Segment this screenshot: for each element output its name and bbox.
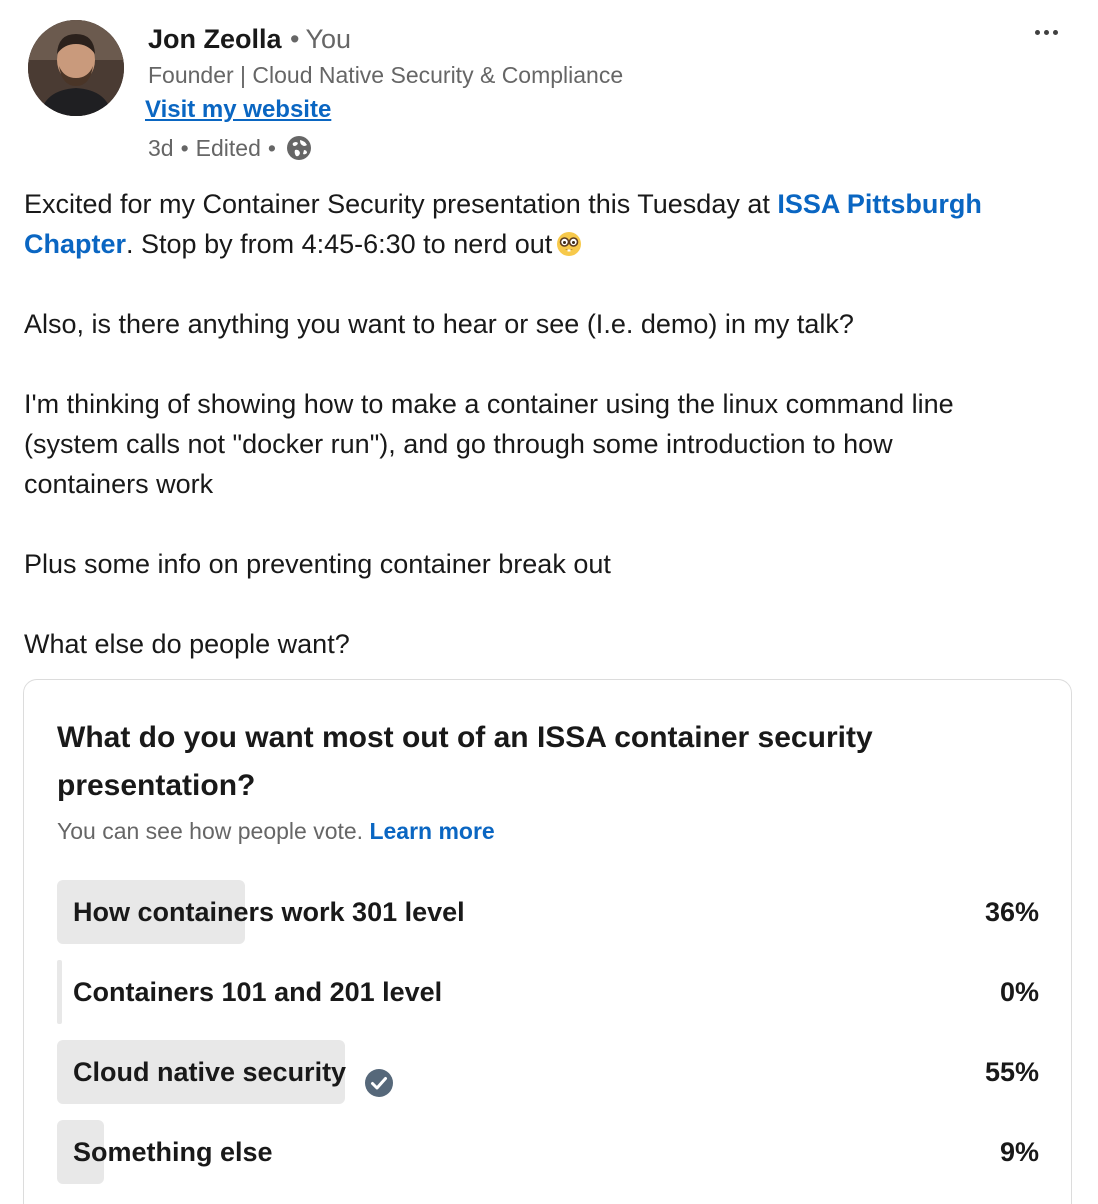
- edited-label: Edited: [195, 134, 261, 161]
- poll-option-percent: 0%: [999, 977, 1039, 1007]
- post-paragraph-2: Also, is there anything you want to hear…: [24, 309, 854, 339]
- post-paragraph-4: Plus some info on preventing container b…: [24, 549, 611, 579]
- poll-option-percent: 36%: [984, 897, 1039, 927]
- website-link[interactable]: Visit my website: [145, 96, 331, 124]
- poll-card: What do you want most out of an ISSA con…: [23, 679, 1072, 1204]
- poll-option-3[interactable]: Cloud native security 55%: [57, 1040, 1039, 1104]
- post-line-1: Excited for my Container Security presen…: [24, 189, 982, 219]
- mention-link[interactable]: ISSA Pittsburgh: [777, 189, 982, 219]
- poll-option-label: How containers work 301 level: [73, 897, 465, 927]
- post-paragraph-3-line-3: containers work: [24, 469, 214, 499]
- author-relation: • You: [290, 24, 352, 54]
- poll-question: What do you want most out of an ISSA con…: [57, 721, 873, 802]
- post-timestamp: 3d • Edited •: [148, 134, 313, 162]
- mention-link-continued[interactable]: Chapter: [24, 229, 126, 259]
- learn-more-link[interactable]: Learn more: [369, 818, 494, 844]
- post-paragraph-3-line-2: (system calls not "docker run"), and go …: [24, 429, 893, 459]
- relation-label: You: [305, 24, 352, 54]
- post-paragraph-3-line-1: I'm thinking of showing how to make a co…: [24, 389, 954, 419]
- poll-option-label: Containers 101 and 201 level: [73, 977, 443, 1007]
- poll-option-bar: [57, 960, 62, 1024]
- check-circle-icon: [364, 1057, 394, 1097]
- post-age: 3d: [148, 134, 174, 161]
- poll-note: You can see how people vote. Learn more: [57, 818, 495, 844]
- author-name[interactable]: Jon Zeolla: [148, 24, 282, 55]
- poll-option-label: Cloud native security: [73, 1040, 394, 1104]
- poll-option-label: Something else: [73, 1137, 273, 1167]
- poll-option-1[interactable]: How containers work 301 level 36%: [57, 880, 1039, 944]
- poll-option-4[interactable]: Something else 9%: [57, 1120, 1039, 1184]
- post-line-2: Chapter. Stop by from 4:45-6:30 to nerd …: [24, 224, 1074, 264]
- poll-option-percent: 9%: [999, 1137, 1039, 1167]
- avatar[interactable]: [28, 20, 124, 116]
- more-options-button[interactable]: [1026, 18, 1066, 46]
- post-text: Excited for my Container Security presen…: [24, 184, 1074, 664]
- poll-option-percent: 55%: [984, 1057, 1039, 1087]
- author-headline: Founder | Cloud Native Security & Compli…: [148, 62, 624, 88]
- nerd-face-emoji: [556, 228, 582, 256]
- post-paragraph-5: What else do people want?: [24, 629, 350, 659]
- poll-option-2[interactable]: Containers 101 and 201 level 0%: [57, 960, 1039, 1024]
- globe-icon: [285, 134, 313, 162]
